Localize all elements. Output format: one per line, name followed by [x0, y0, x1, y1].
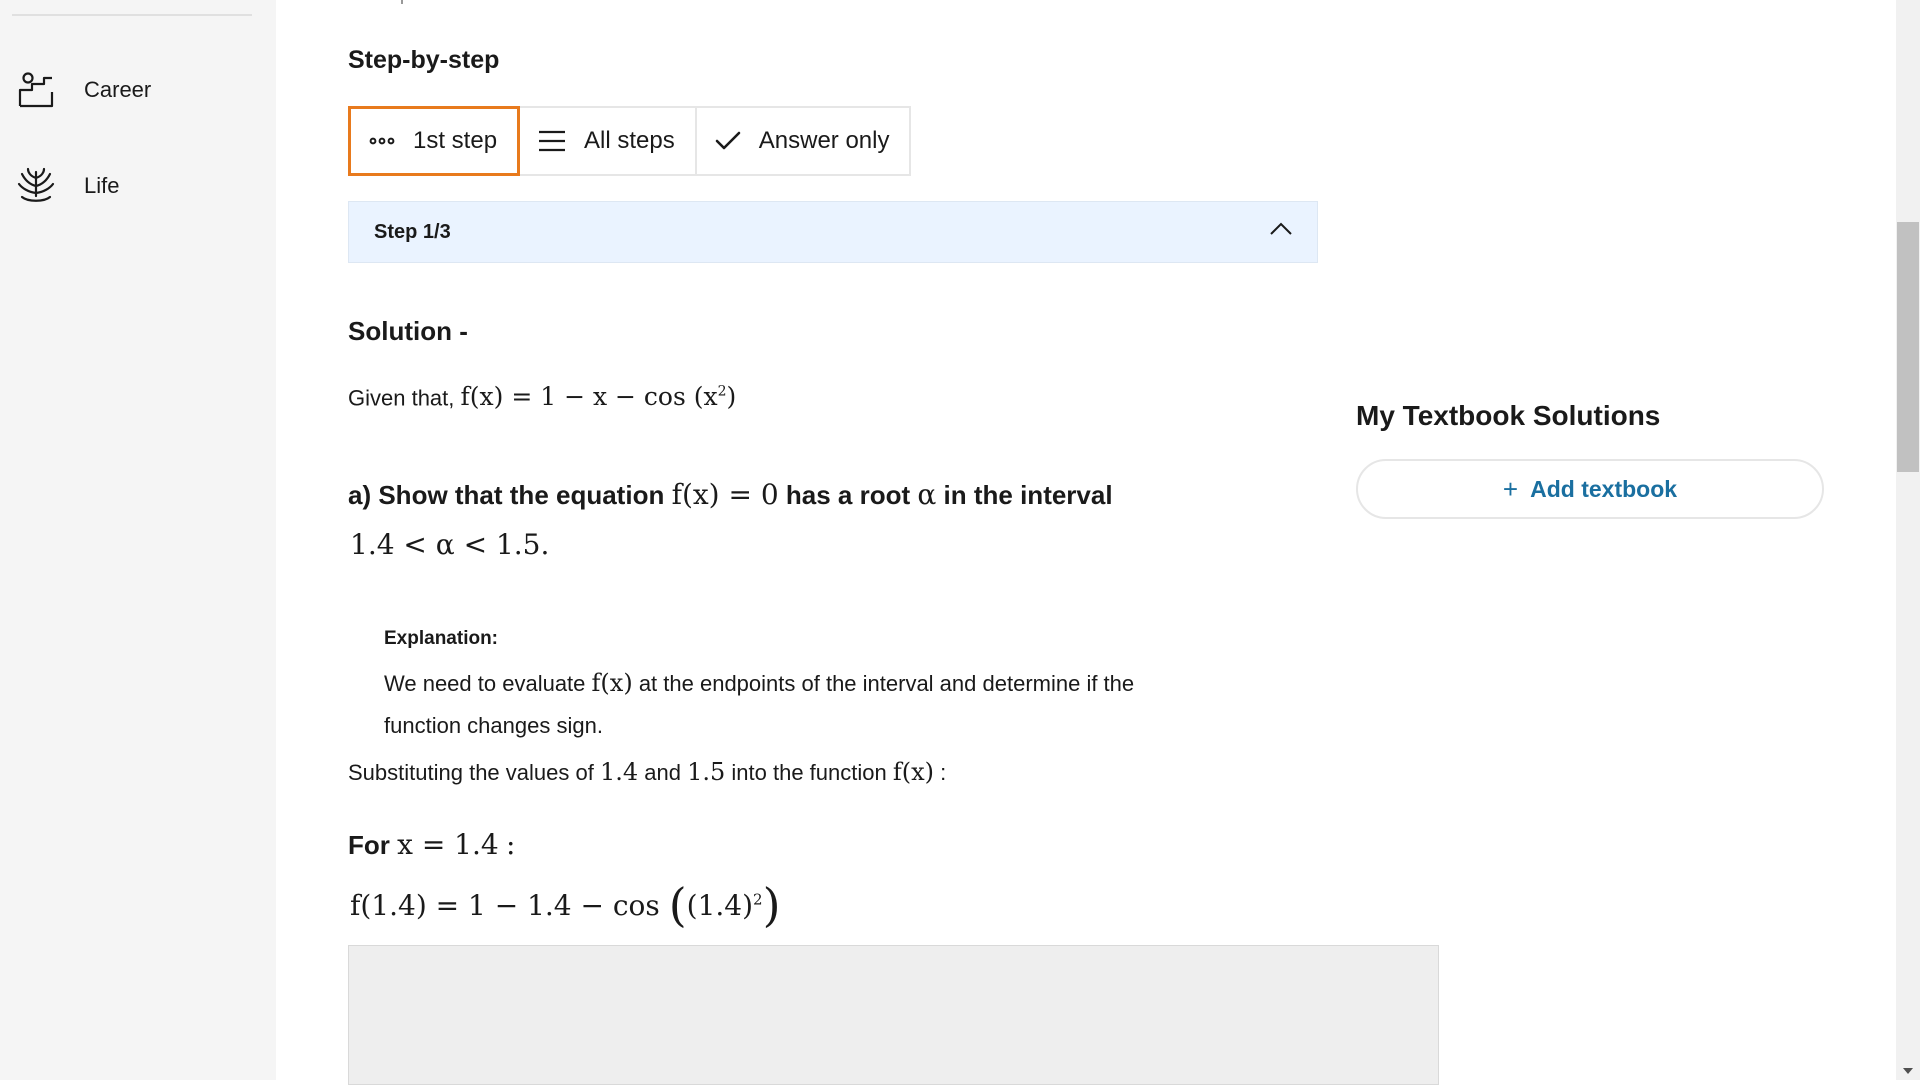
all-steps-label: All steps [584, 127, 675, 154]
explanation-formula: f(x) [591, 669, 633, 697]
question-prefix: a) Show that the equation [348, 480, 665, 510]
f14-inner: (1.4) [686, 889, 754, 922]
substitution-colon: : [940, 760, 947, 785]
given-formula-main: f(x) = 1 − x − cos (x [460, 382, 718, 412]
first-step-label: 1st step [413, 127, 498, 154]
step-counter: Step 1/3 [374, 220, 451, 243]
sidebar-item-career[interactable]: Career [16, 66, 151, 114]
main-content: Step-by-step 1st step All steps Answer o… [276, 0, 1896, 1085]
sidebar-item-label: Life [84, 173, 120, 198]
solution-view-toggle: 1st step All steps Answer only [348, 106, 912, 176]
f14-main: f(1.4) = 1 − 1.4 − cos [350, 889, 660, 922]
given-prefix: Given that, [348, 385, 455, 411]
question-a: a) Show that the equation f(x) = 0 has a… [348, 478, 1113, 511]
list-icon [538, 129, 566, 153]
career-icon [16, 70, 56, 110]
given-formula-exponent: 2 [717, 384, 727, 400]
for-value: x = 1.4 [397, 828, 499, 861]
scrolled-content-edge [401, 0, 403, 4]
scrollbar-thumb[interactable] [1897, 222, 1919, 472]
page-scrollbar[interactable] [1896, 0, 1920, 1080]
substitution-mid: into the function [731, 760, 887, 785]
section-title: Step-by-step [348, 46, 500, 74]
content-placeholder-box [348, 945, 1439, 1085]
question-mid: has a root [785, 480, 911, 510]
explanation-label: Explanation: [384, 628, 499, 649]
question-equation: f(x) = 0 [671, 478, 779, 511]
all-steps-button[interactable]: All steps [518, 106, 697, 176]
substitution-and: and [644, 760, 681, 785]
sidebar-item-life[interactable]: Life [16, 162, 119, 210]
plus-icon: + [1502, 473, 1519, 504]
f14-open-paren: ( [668, 878, 687, 932]
given-statement: Given that, f(x) = 1 − x − cos (x2) [348, 377, 736, 413]
textbook-solutions-title: My Textbook Solutions [1356, 400, 1661, 431]
substitution-function: f(x) [892, 758, 935, 786]
chevron-up-icon [1269, 222, 1293, 241]
first-step-button[interactable]: 1st step [348, 106, 521, 176]
question-suffix: in the interval [943, 480, 1113, 510]
life-icon [16, 166, 56, 206]
for-colon: : [505, 828, 516, 861]
substitution-value-1: 1.4 [599, 758, 639, 786]
scroll-down-arrow-icon[interactable] [1903, 1068, 1913, 1074]
explanation-line2: function changes sign. [384, 713, 603, 738]
f14-exponent: 2 [753, 890, 763, 909]
solution-heading: Solution - [348, 316, 468, 346]
explanation-post: at the endpoints of the interval and det… [638, 671, 1135, 696]
f14-close-paren: ) [762, 878, 781, 932]
answer-only-button[interactable]: Answer only [694, 106, 912, 176]
substitution-pre: Substituting the values of [348, 760, 594, 785]
sidebar: Career Life [0, 0, 276, 1080]
answer-only-label: Answer only [758, 127, 890, 154]
for-x-heading: For x = 1.4 : [348, 828, 515, 861]
question-interval: 1.4 < α < 1.5. [350, 528, 550, 561]
f-of-1-4-equation: f(1.4) = 1 − 1.4 − cos ((1.4)2) [350, 878, 781, 932]
sidebar-item-label: Career [84, 77, 152, 102]
substitution-value-2: 1.5 [687, 758, 726, 786]
sidebar-divider [12, 14, 252, 16]
for-label: For [348, 830, 390, 860]
substitution-statement: Substituting the values of 1.4 and 1.5 i… [348, 757, 946, 788]
given-formula-close: ) [726, 382, 737, 412]
question-alpha: α [917, 478, 937, 511]
checkmark-icon [715, 131, 741, 151]
explanation-pre: We need to evaluate [384, 671, 586, 696]
more-dots-icon [369, 137, 395, 145]
given-formula: f(x) = 1 − x − cos (x2) [461, 382, 737, 411]
add-textbook-label: Add textbook [1530, 475, 1678, 502]
step-accordion-header[interactable]: Step 1/3 [348, 201, 1318, 263]
add-textbook-button[interactable]: + Add textbook [1356, 459, 1824, 519]
explanation-body: We need to evaluate f(x) at the endpoint… [384, 662, 1284, 747]
